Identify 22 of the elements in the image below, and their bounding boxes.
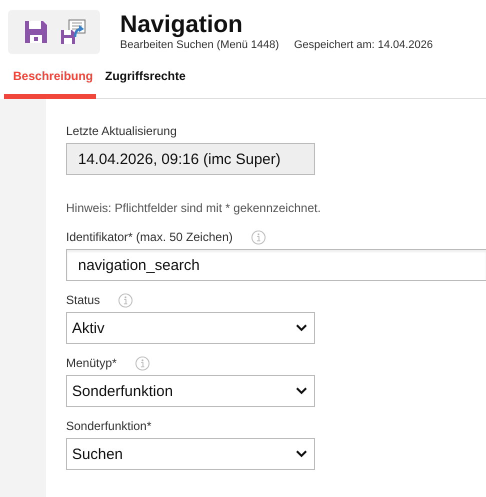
input-field[interactable]: navigation_search (66, 249, 486, 281)
tab[interactable]: Zugriffsrechte (96, 66, 195, 99)
field-label: Sonderfunktion* (66, 419, 152, 433)
dropdown[interactable]: Aktiv (66, 312, 315, 344)
hint-text: Hinweis: Pflichtfelder sind mit * gekennzeichnet. (66, 201, 322, 215)
page-subtitle: Bearbeiten Suchen (Menü 1448) (120, 39, 279, 51)
info-icon[interactable] (250, 230, 266, 244)
field-label: Letzte Aktualisierung (66, 124, 177, 138)
floppy-disk-upload-icon[interactable] (60, 19, 86, 45)
field-label: Status (66, 293, 100, 307)
readonly-field: 14.04.2026, 09:16 (imc Super) (66, 143, 315, 175)
chevron-down-icon (296, 387, 307, 395)
dropdown[interactable]: Suchen (66, 438, 315, 470)
chevron-down-icon (296, 450, 307, 458)
field-label: Identifikator* (max. 50 Zeichen) (66, 230, 233, 244)
dropdown[interactable]: Sonderfunktion (66, 375, 315, 407)
chevron-down-icon (296, 324, 307, 332)
field-label: Menütyp* (66, 356, 117, 370)
page-title: Navigation (120, 12, 244, 38)
info-icon[interactable] (134, 356, 150, 370)
saved-date: Gespeichert am: 14.04.2026 (294, 39, 433, 51)
info-icon[interactable] (118, 292, 134, 308)
